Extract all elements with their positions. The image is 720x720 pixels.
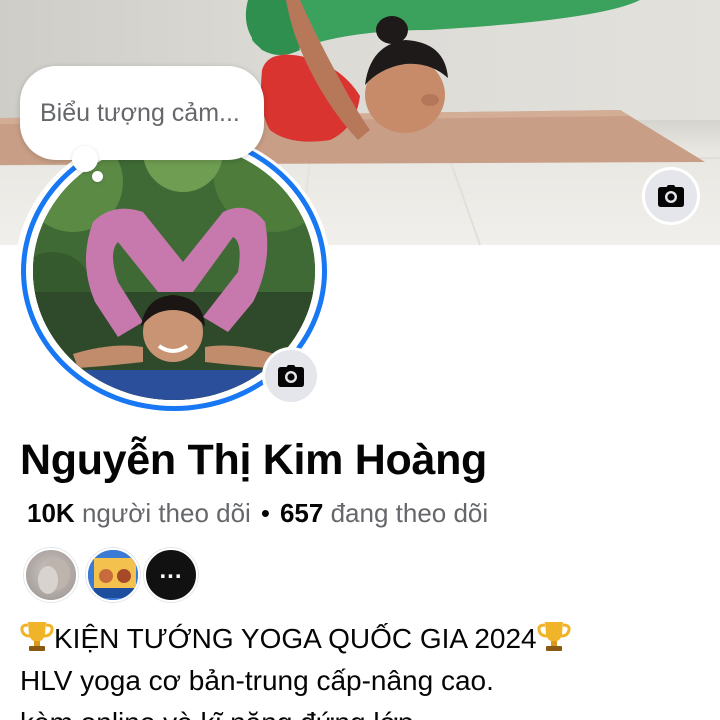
bio-line-1: KIỆN TƯỚNG YOGA QUỐC GIA 2024 (20, 618, 710, 660)
stats-separator: • (260, 498, 270, 528)
profile-bio: KIỆN TƯỚNG YOGA QUỐC GIA 2024 HLV yoga c… (20, 618, 710, 720)
note-bubble[interactable]: Biểu tượng cảm... (20, 66, 264, 160)
bio-line-3: kèm online và kĩ năng đứng lớp (20, 702, 710, 720)
followers-link[interactable]: 10K người theo dõi (27, 498, 251, 528)
note-placeholder: Biểu tượng cảm... (40, 98, 240, 127)
followers-count: 10K (27, 498, 75, 528)
following-label: đang theo dõi (330, 498, 489, 528)
avatar-camera-button[interactable] (262, 347, 320, 405)
bio-line-2: HLV yoga cơ bản-trung cấp-nâng cao. (20, 665, 494, 696)
more-mutuals-button[interactable]: ... (144, 548, 198, 602)
bio-line-1-text: KIỆN TƯỚNG YOGA QUỐC GIA 2024 (54, 623, 537, 654)
avatar-image (88, 550, 138, 600)
follow-stats: 10K người theo dõi • 657 đang theo dõi (27, 498, 488, 529)
following-link[interactable]: 657 đang theo dõi (280, 498, 488, 528)
followers-label: người theo dõi (81, 498, 251, 528)
trophy-icon (20, 622, 54, 651)
camera-icon (278, 365, 304, 387)
mutual-friend-avatar[interactable] (24, 548, 78, 602)
cover-camera-button[interactable] (642, 167, 700, 225)
avatar-image (38, 558, 70, 594)
mutual-friend-avatar[interactable] (86, 548, 140, 602)
more-icon: ... (159, 557, 183, 584)
trophy-icon (536, 622, 571, 651)
profile-name: Nguyễn Thị Kim Hoàng (20, 436, 488, 484)
following-count: 657 (279, 498, 324, 528)
camera-icon (658, 185, 684, 207)
note-bubble-tail-small (92, 171, 103, 182)
note-bubble-tail-large (72, 146, 98, 172)
